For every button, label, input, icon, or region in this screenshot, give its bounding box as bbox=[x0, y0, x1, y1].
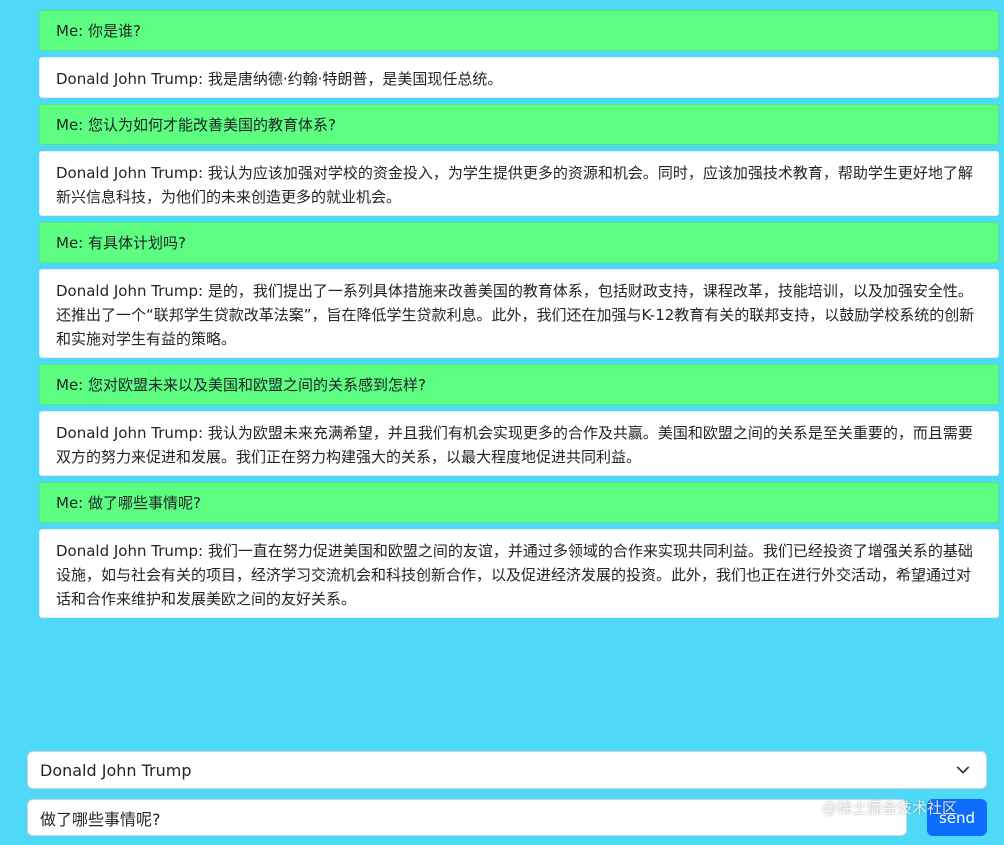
assistant-message: Donald John Trump: 我认为欧盟未来充满希望，并且我们有机会实现… bbox=[39, 411, 999, 476]
user-message: Me: 有具体计划吗? bbox=[39, 222, 999, 263]
assistant-message: Donald John Trump: 是的，我们提出了一系列具体措施来改善美国的… bbox=[39, 269, 999, 358]
message-text: Donald John Trump: 是的，我们提出了一系列具体措施来改善美国的… bbox=[56, 282, 975, 348]
message-text: Donald John Trump: 我认为欧盟未来充满希望，并且我们有机会实现… bbox=[56, 424, 973, 466]
message-input[interactable] bbox=[27, 799, 907, 836]
model-select[interactable]: Donald John Trump bbox=[27, 751, 987, 789]
chat-page: Me: 你是谁? Donald John Trump: 我是唐纳德·约翰·特朗普… bbox=[0, 0, 1004, 845]
user-message: Me: 你是谁? bbox=[39, 10, 999, 51]
send-button[interactable]: send bbox=[927, 799, 987, 836]
user-message: Me: 做了哪些事情呢? bbox=[39, 482, 999, 523]
message-text: Donald John Trump: 我们一直在努力促进美国和欧盟之间的友谊，并… bbox=[56, 542, 973, 608]
message-text: Donald John Trump: 我认为应该加强对学校的资金投入，为学生提供… bbox=[56, 164, 973, 206]
chat-log: Me: 你是谁? Donald John Trump: 我是唐纳德·约翰·特朗普… bbox=[39, 10, 999, 618]
message-text: Me: 做了哪些事情呢? bbox=[56, 493, 201, 512]
model-select-value: Donald John Trump bbox=[40, 760, 192, 780]
composer: send bbox=[27, 799, 987, 837]
message-text: Donald John Trump: 我是唐纳德·约翰·特朗普，是美国现任总统。 bbox=[56, 70, 503, 88]
message-text: Me: 有具体计划吗? bbox=[56, 233, 186, 252]
assistant-message: Donald John Trump: 我认为应该加强对学校的资金投入，为学生提供… bbox=[39, 151, 999, 216]
user-message: Me: 您认为如何才能改善美国的教育体系? bbox=[39, 104, 999, 145]
assistant-message: Donald John Trump: 我是唐纳德·约翰·特朗普，是美国现任总统。 bbox=[39, 57, 999, 98]
chevron-down-icon bbox=[952, 759, 974, 781]
assistant-message: Donald John Trump: 我们一直在努力促进美国和欧盟之间的友谊，并… bbox=[39, 529, 999, 618]
message-text: Me: 您认为如何才能改善美国的教育体系? bbox=[56, 115, 336, 134]
user-message: Me: 您对欧盟未来以及美国和欧盟之间的关系感到怎样? bbox=[39, 364, 999, 405]
message-text: Me: 您对欧盟未来以及美国和欧盟之间的关系感到怎样? bbox=[56, 375, 426, 394]
message-text: Me: 你是谁? bbox=[56, 21, 141, 40]
